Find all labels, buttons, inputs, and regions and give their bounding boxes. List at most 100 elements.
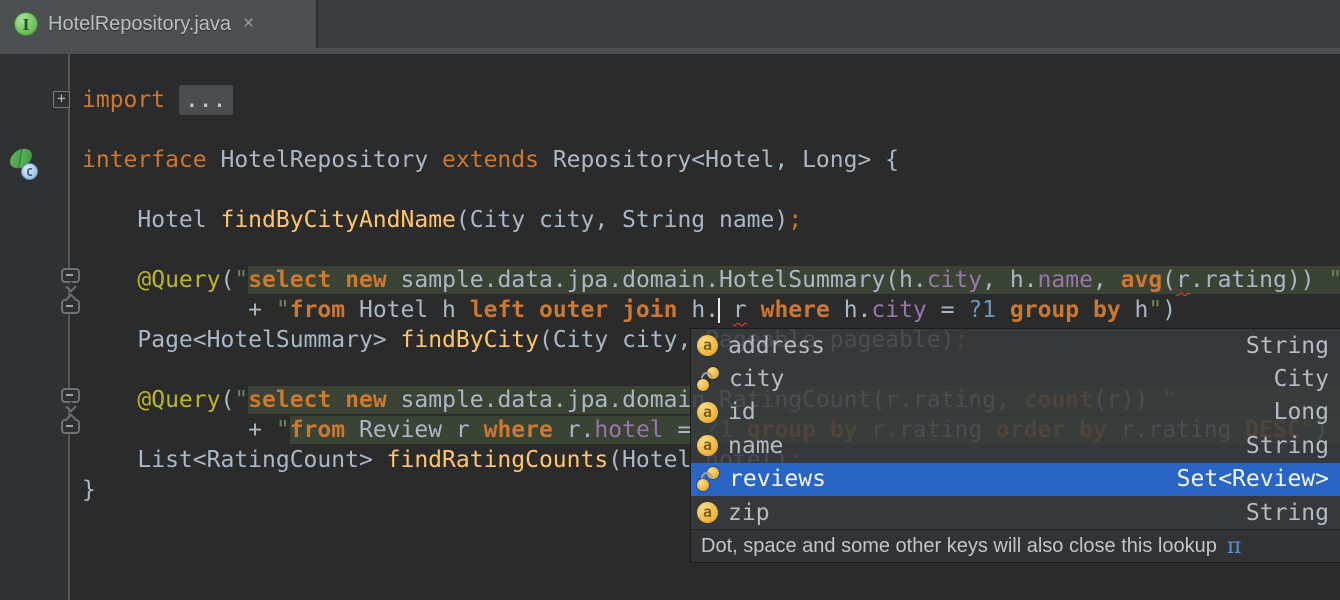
code-token-id: ) xyxy=(1162,297,1176,323)
code-line[interactable]: @Query("select new sample.data.jpa.domai… xyxy=(82,265,1340,295)
code-token-id: h. xyxy=(830,297,872,323)
completion-label: id xyxy=(728,399,756,425)
relationship-arc xyxy=(699,470,716,487)
fold-region-end-icon[interactable] xyxy=(61,299,80,314)
code-token-id: Page<HotelSummary> xyxy=(82,327,401,353)
code-token-id: r. xyxy=(553,417,595,443)
code-completion-popup: aaddressStringcityCityaidLonganameString… xyxy=(690,328,1340,563)
code-token-kwb: new xyxy=(345,267,387,293)
code-token-field: name xyxy=(1038,267,1093,293)
code-token-id xyxy=(747,297,761,323)
code-token-kwb: group by xyxy=(1010,297,1121,323)
code-token-id: ( xyxy=(220,267,234,293)
code-token-semi: ; xyxy=(788,207,802,233)
code-token-err: r xyxy=(733,297,747,323)
code-token-kw: interface xyxy=(82,147,207,173)
completion-item-name[interactable]: aname String xyxy=(691,429,1340,462)
ide-window: I HotelRepository.java × + C import ...i… xyxy=(0,0,1340,600)
code-token-id xyxy=(82,387,137,413)
completion-type: String xyxy=(1246,433,1329,459)
fold-region-start-icon[interactable] xyxy=(61,388,80,403)
fold-region-start-icon[interactable] xyxy=(61,268,80,283)
code-editor[interactable]: + C import ... interface HotelRepository … xyxy=(0,54,1340,600)
code-token-str: " xyxy=(234,267,248,293)
completion-item-city[interactable]: city City xyxy=(691,362,1340,395)
code-token-kwb: select xyxy=(248,387,331,413)
tab-hotelrepository-java[interactable]: I HotelRepository.java × xyxy=(0,0,318,48)
code-line[interactable] xyxy=(82,235,1340,265)
code-line[interactable]: import ... xyxy=(82,85,1340,115)
code-token-str: " xyxy=(1148,297,1162,323)
completion-label: zip xyxy=(728,500,770,526)
code-token-field: city xyxy=(871,297,926,323)
code-token-meth: findByCity xyxy=(401,327,539,353)
relationship-arc xyxy=(699,370,716,387)
spring-entity-class-icon[interactable]: C xyxy=(8,150,38,180)
jpa-attribute-icon: a xyxy=(697,435,718,456)
completion-label: reviews xyxy=(729,466,826,492)
code-token-field: city xyxy=(927,267,982,293)
code-token-id: Review r xyxy=(345,417,483,443)
editor-gutter: + C xyxy=(0,54,70,600)
jpa-attribute-icon: a xyxy=(697,502,718,523)
completion-item-zip[interactable]: azipString xyxy=(691,496,1340,529)
jpa-relationship-icon xyxy=(697,368,719,390)
code-token-field: hotel xyxy=(594,417,663,443)
editor-tab-bar: I HotelRepository.java × xyxy=(0,0,1340,48)
code-token-id: , xyxy=(1093,267,1121,293)
completion-hint-footer: Dot, space and some other keys will also… xyxy=(691,529,1340,562)
code-token-kwb: new xyxy=(345,387,387,413)
completion-label: name xyxy=(728,433,783,459)
code-token-str: " xyxy=(234,387,248,413)
code-token-id: } xyxy=(82,477,96,503)
jpa-attribute-icon: a xyxy=(697,402,718,423)
class-letter-icon: C xyxy=(21,163,38,180)
completion-type: Set<Review> xyxy=(1177,466,1329,492)
code-token-id: h. xyxy=(677,297,719,323)
code-token-meth: findByCityAndName xyxy=(220,207,455,233)
code-token-str: " xyxy=(276,297,290,323)
code-line[interactable] xyxy=(82,175,1340,205)
code-token-id: Hotel xyxy=(82,207,220,233)
completion-item-reviews[interactable]: reviews Set<Review> xyxy=(691,463,1340,496)
completion-label: city xyxy=(729,366,784,392)
code-token-kwb: from xyxy=(290,417,345,443)
code-token-id: = xyxy=(927,297,969,323)
completion-type: City xyxy=(1274,366,1329,392)
code-token-id xyxy=(719,297,733,323)
completion-hint-text: Dot, space and some other keys will also… xyxy=(701,535,1217,558)
code-token-kwb: where xyxy=(761,297,830,323)
code-token-str: " xyxy=(1328,267,1340,293)
jpa-attribute-icon: a xyxy=(697,335,718,356)
code-token-id: + xyxy=(82,417,276,443)
completion-type: String xyxy=(1246,333,1329,359)
fold-region-end-icon[interactable] xyxy=(61,419,80,434)
code-token-meth: findRatingCounts xyxy=(387,447,609,473)
code-token-id: .rating)) xyxy=(1190,267,1328,293)
code-token-str: " xyxy=(276,417,290,443)
code-token-kw: extends xyxy=(442,147,539,173)
interface-file-icon: I xyxy=(14,12,38,36)
code-token-id xyxy=(331,387,345,413)
code-token-kwb: from xyxy=(290,297,345,323)
completion-item-address[interactable]: a address String xyxy=(691,329,1340,362)
code-token-id: ( xyxy=(220,387,234,413)
expand-fold-icon[interactable]: + xyxy=(53,91,70,108)
code-token-id: + xyxy=(82,297,276,323)
code-token-id: List<RatingCount> xyxy=(82,447,387,473)
code-token-id: Hotel h xyxy=(345,297,470,323)
completion-item-id[interactable]: aidLong xyxy=(691,396,1340,429)
code-line[interactable]: Hotel findByCityAndName(City city, Strin… xyxy=(82,205,1340,235)
close-tab-icon[interactable]: × xyxy=(243,13,254,35)
code-token-ann: @Query xyxy=(137,267,220,293)
code-token-id: ( xyxy=(1162,267,1176,293)
code-token-kwb: where xyxy=(484,417,553,443)
code-line[interactable]: interface HotelRepository extends Reposi… xyxy=(82,145,1340,175)
code-token-kw: import xyxy=(82,87,165,113)
code-line[interactable]: + "from Hotel h left outer join h. r whe… xyxy=(82,295,1340,325)
code-token-fold: ... xyxy=(179,85,233,115)
code-token-id: sample.data.jpa.domain.HotelSummary(h. xyxy=(387,267,927,293)
completion-label: address xyxy=(728,333,825,359)
code-token-err: r xyxy=(1176,267,1190,293)
code-line[interactable] xyxy=(82,115,1340,145)
